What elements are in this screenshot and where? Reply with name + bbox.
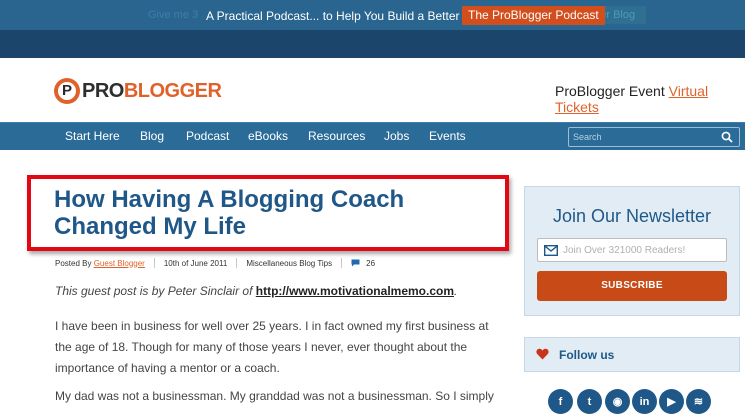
posted-by-label: Posted By [55, 258, 92, 268]
announcement-bar: Give me 3 etter Blog A Practical Podcast… [0, 0, 745, 58]
post-category[interactable]: Miscellaneous Blog Tips [246, 259, 332, 268]
meta-divider [153, 258, 155, 268]
event-text: ProBlogger Event [555, 83, 669, 99]
email-field[interactable] [563, 244, 723, 257]
meta-divider [341, 258, 343, 268]
nav-podcast[interactable]: Podcast [186, 129, 229, 143]
body-paragraph: My dad was not a businessman. My grandda… [55, 389, 494, 403]
nav-start-here[interactable]: Start Here [65, 129, 120, 143]
intro-text: This guest post is by Peter Sinclair of [55, 284, 256, 298]
mail-icon [544, 245, 558, 256]
post-date: 10th of June 2011 [163, 258, 228, 268]
meta-divider [236, 258, 238, 268]
site-logo[interactable]: PROBLOGGER [54, 76, 222, 106]
intro-paragraph: This guest post is by Peter Sinclair of … [55, 284, 505, 298]
main-nav: Start Here Blog Podcast eBooks Resources… [0, 122, 745, 150]
search-box [568, 127, 740, 147]
heart-icon [536, 348, 549, 360]
author-link[interactable]: Guest Blogger [94, 259, 145, 268]
logo-icon [54, 78, 80, 104]
nav-ebooks[interactable]: eBooks [248, 129, 288, 143]
email-field-wrapper [537, 238, 727, 262]
article-title[interactable]: How Having A Blogging Coach Changed My L… [54, 186, 504, 240]
rotating-message-faded: Give me 3 [148, 9, 199, 21]
youtube-icon[interactable]: ▶ [659, 389, 684, 414]
search-icon[interactable] [721, 131, 733, 143]
newsletter-widget: Join Our Newsletter SUBSCRIBE [524, 186, 740, 316]
body-paragraph: I have been in business for well over 25… [55, 319, 489, 375]
podcast-promo-button[interactable]: The ProBlogger Podcast [462, 6, 605, 25]
follow-us-label: Follow us [559, 348, 615, 362]
post-meta: Posted By Guest Blogger 10th of June 201… [55, 258, 375, 268]
nav-events[interactable]: Events [429, 129, 466, 143]
event-promo: ProBlogger Event Virtual Tickets [555, 83, 745, 115]
linkedin-icon[interactable]: in [632, 389, 657, 414]
subscribe-button[interactable]: SUBSCRIBE [537, 271, 727, 301]
intro-end: . [454, 284, 458, 298]
comment-icon [351, 259, 360, 267]
newsletter-title: Join Our Newsletter [552, 206, 712, 226]
podcast-icon[interactable]: ◉ [605, 389, 630, 414]
promo-text: A Practical Podcast... to Help You Build… [206, 9, 487, 23]
facebook-icon[interactable]: f [548, 389, 573, 414]
search-input[interactable] [573, 130, 713, 144]
guest-site-link[interactable]: http://www.motivationalmemo.com [256, 284, 454, 298]
rss-icon[interactable]: ≋ [686, 389, 711, 414]
logo-text-blogger: BLOGGER [123, 79, 222, 102]
nav-jobs[interactable]: Jobs [384, 129, 409, 143]
nav-resources[interactable]: Resources [308, 129, 365, 143]
logo-text-pro: PRO [82, 79, 124, 102]
follow-us-widget: Follow us [524, 337, 740, 372]
comment-count[interactable]: 26 [366, 259, 375, 268]
twitter-icon[interactable]: t [577, 389, 602, 414]
nav-blog[interactable]: Blog [140, 129, 164, 143]
